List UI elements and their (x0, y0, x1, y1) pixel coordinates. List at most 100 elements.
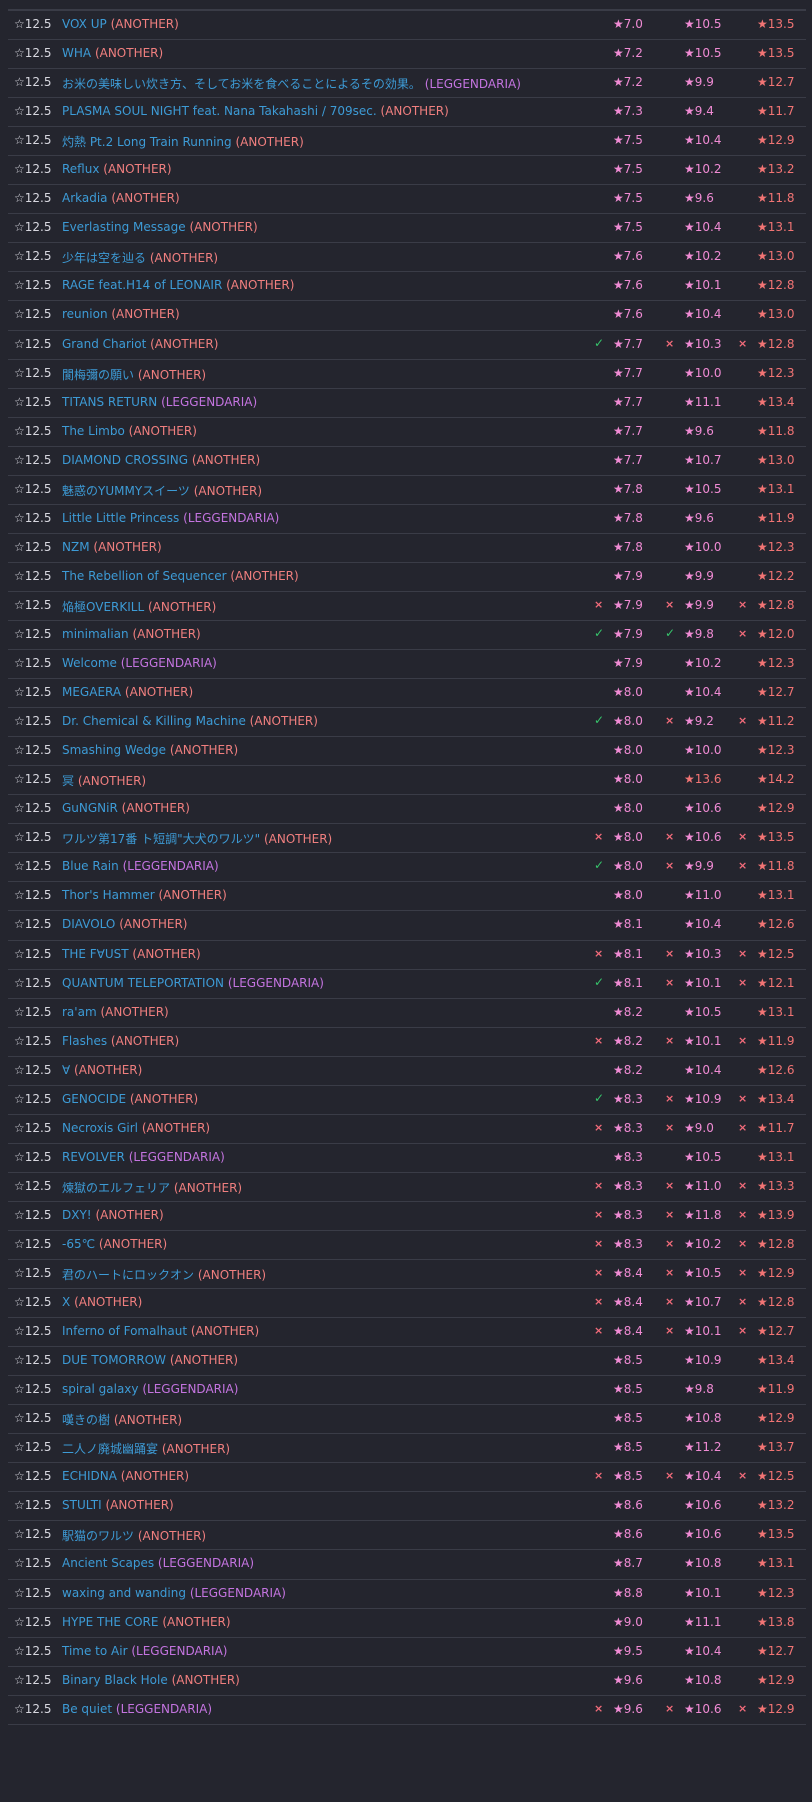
song-name-link[interactable]: ECHIDNA (62, 1469, 117, 1483)
song-name-link[interactable]: ワルツ第17番 ト短調"大犬のワルツ" (62, 832, 260, 846)
song-name-link[interactable]: Necroxis Girl (62, 1121, 138, 1135)
song-name-link[interactable]: Thor's Hammer (62, 888, 155, 902)
song-name-link[interactable]: Welcome (62, 656, 117, 670)
song-name-link[interactable]: Be quiet (62, 1702, 112, 1716)
difficulty-label: (ANOTHER) (190, 1324, 260, 1339)
song-title-cell: 少年は空を辿る (ANOTHER) (62, 249, 218, 266)
song-name-link[interactable]: 煉獄のエルフェリア (62, 1181, 170, 1195)
song-name-link[interactable]: 少年は空を辿る (62, 251, 146, 265)
rating-value-2: ★9.6 (684, 191, 714, 206)
level-label: ☆12.5 (14, 1178, 52, 1193)
difficulty-label: (ANOTHER) (74, 1295, 143, 1310)
song-name-link[interactable]: 二人ノ廃城幽踊宴 (62, 1442, 158, 1456)
song-title-cell: STULTI (ANOTHER) (62, 1498, 174, 1512)
song-name-link[interactable]: VOX UP (62, 17, 107, 31)
song-name-link[interactable]: QUANTUM TELEPORTATION (62, 976, 224, 990)
song-name-link[interactable]: ra'am (62, 1005, 97, 1019)
song-name-link[interactable]: waxing and wanding (62, 1586, 186, 1600)
song-name-link[interactable]: The Rebellion of Sequencer (62, 569, 227, 583)
song-name-link[interactable]: 君のハートにロックオン (62, 1268, 194, 1282)
song-name-link[interactable]: 灼熱 Pt.2 Long Train Running (62, 135, 232, 149)
song-name-link[interactable]: reunion (62, 307, 108, 321)
song-name-link[interactable]: Ancient Scapes (62, 1556, 154, 1570)
rating-value-2: ★10.8 (684, 1411, 722, 1426)
song-name-link[interactable]: HYPE THE CORE (62, 1615, 158, 1629)
song-name-link[interactable]: spiral galaxy (62, 1382, 139, 1396)
song-name-link[interactable]: PLASMA SOUL NIGHT feat. Nana Takahashi /… (62, 104, 377, 118)
song-name-link[interactable]: 冥 (62, 774, 74, 788)
level-label: ☆12.5 (14, 1527, 52, 1542)
rating-value-1: ★7.2 (613, 46, 643, 61)
song-name-link[interactable]: Time to Air (62, 1644, 128, 1658)
song-name-link[interactable]: STULTI (62, 1498, 102, 1512)
rating-value-1: ★8.4 (613, 1295, 643, 1310)
song-name-link[interactable]: Everlasting Message (62, 220, 186, 234)
song-name-link[interactable]: NZM (62, 540, 90, 554)
song-name-link[interactable]: Binary Black Hole (62, 1673, 168, 1687)
song-name-link[interactable]: Arkadia (62, 191, 108, 205)
difficulty-label: (ANOTHER) (149, 251, 219, 266)
rating-value-2: ★10.7 (684, 452, 722, 467)
level-label: ☆12.5 (14, 1672, 52, 1687)
song-name-link[interactable]: DIAMOND CROSSING (62, 453, 188, 467)
rating-value-2: ★10.6 (684, 830, 722, 845)
rating-value-2: ★10.7 (684, 1295, 722, 1310)
song-name-link[interactable]: Reflux (62, 162, 99, 176)
difficulty-label: (ANOTHER) (173, 1180, 243, 1195)
song-title-cell: The Rebellion of Sequencer (ANOTHER) (62, 569, 299, 583)
cross-icon: × (738, 830, 748, 844)
song-name-link[interactable]: お米の美味しい炊き方、そしてお米を食べることによるその効果。 (62, 77, 421, 91)
rating-value-1: ★7.9 (613, 626, 643, 641)
check-icon: ✓ (594, 974, 605, 989)
level-label: ☆12.5 (14, 1585, 52, 1600)
rating-value-1: ★8.1 (613, 917, 643, 932)
song-name-link[interactable]: TITANS RETURN (62, 395, 157, 409)
difficulty-label: (LEGGENDARIA) (122, 859, 219, 874)
song-name-link[interactable]: Flashes (62, 1034, 107, 1048)
level-label: ☆12.5 (14, 539, 52, 554)
song-title-cell: Binary Black Hole (ANOTHER) (62, 1673, 240, 1687)
song-name-link[interactable]: GuNGNiR (62, 801, 118, 815)
song-title-cell: 駅猫のワルツ (ANOTHER) (62, 1527, 206, 1544)
song-name-link[interactable]: Inferno of Fomalhaut (62, 1324, 187, 1338)
song-name-link[interactable]: Dr. Chemical & Killing Machine (62, 714, 246, 728)
song-name-link[interactable]: DUE TOMORROW (62, 1353, 166, 1367)
song-name-link[interactable]: minimalian (62, 627, 129, 641)
level-label: ☆12.5 (14, 452, 52, 467)
song-name-link[interactable]: ∀ (62, 1063, 70, 1077)
rating-value-1: ★8.3 (613, 1091, 643, 1106)
song-name-link[interactable]: The Limbo (62, 424, 125, 438)
song-name-link[interactable]: GENOCIDE (62, 1092, 126, 1106)
song-name-link[interactable]: 嘆きの樹 (62, 1413, 110, 1427)
table-row: ☆12.5 嘆きの樹 (ANOTHER) ★8.5 ★10.8 ★12.9 (8, 1405, 806, 1435)
song-name-link[interactable]: Grand Chariot (62, 337, 146, 351)
cross-icon: × (738, 1295, 748, 1309)
table-row: ☆12.5 Be quiet (LEGGENDARIA) × × × ★9.6 ★10.6 ★… (8, 1696, 806, 1725)
song-name-link[interactable]: WHA (62, 46, 91, 60)
table-row: ☆12.5 NZM (ANOTHER) ★7.8 ★10.0 ★12.3 (8, 534, 806, 563)
song-name-link[interactable]: 魅惑のYUMMYスイーツ (62, 484, 190, 498)
rating-value-2: ★10.2 (684, 162, 722, 177)
song-name-link[interactable]: 駅猫のワルツ (62, 1529, 134, 1543)
song-title-cell: ワルツ第17番 ト短調"大犬のワルツ" (ANOTHER) (62, 830, 332, 847)
song-name-link[interactable]: 閬梅彌の願い (62, 368, 134, 382)
song-name-link[interactable]: Smashing Wedge (62, 743, 166, 757)
song-name-link[interactable]: -65℃ (62, 1237, 95, 1251)
level-label: ☆12.5 (14, 510, 52, 525)
song-name-link[interactable]: Little Little Princess (62, 511, 179, 525)
rating-value-3: ★13.4 (757, 1091, 795, 1106)
song-name-link[interactable]: Blue Rain (62, 859, 119, 873)
song-name-link[interactable]: X (62, 1295, 70, 1309)
song-name-link[interactable]: THE F∀UST (62, 947, 129, 961)
rating-value-3: ★13.1 (757, 481, 795, 496)
rating-value-1: ★9.6 (613, 1701, 643, 1716)
rating-value-3: ★11.9 (757, 1382, 795, 1397)
level-label: ☆12.5 (14, 394, 52, 409)
cross-icon: × (738, 946, 748, 960)
song-name-link[interactable]: MEGAERA (62, 685, 121, 699)
song-name-link[interactable]: RAGE feat.H14 of LEONAIR (62, 278, 222, 292)
song-name-link[interactable]: 焔極OVERKILL (62, 600, 144, 614)
song-name-link[interactable]: DXY! (62, 1208, 92, 1222)
song-name-link[interactable]: REVOLVER (62, 1150, 125, 1164)
song-name-link[interactable]: DIAVOLO (62, 917, 115, 931)
